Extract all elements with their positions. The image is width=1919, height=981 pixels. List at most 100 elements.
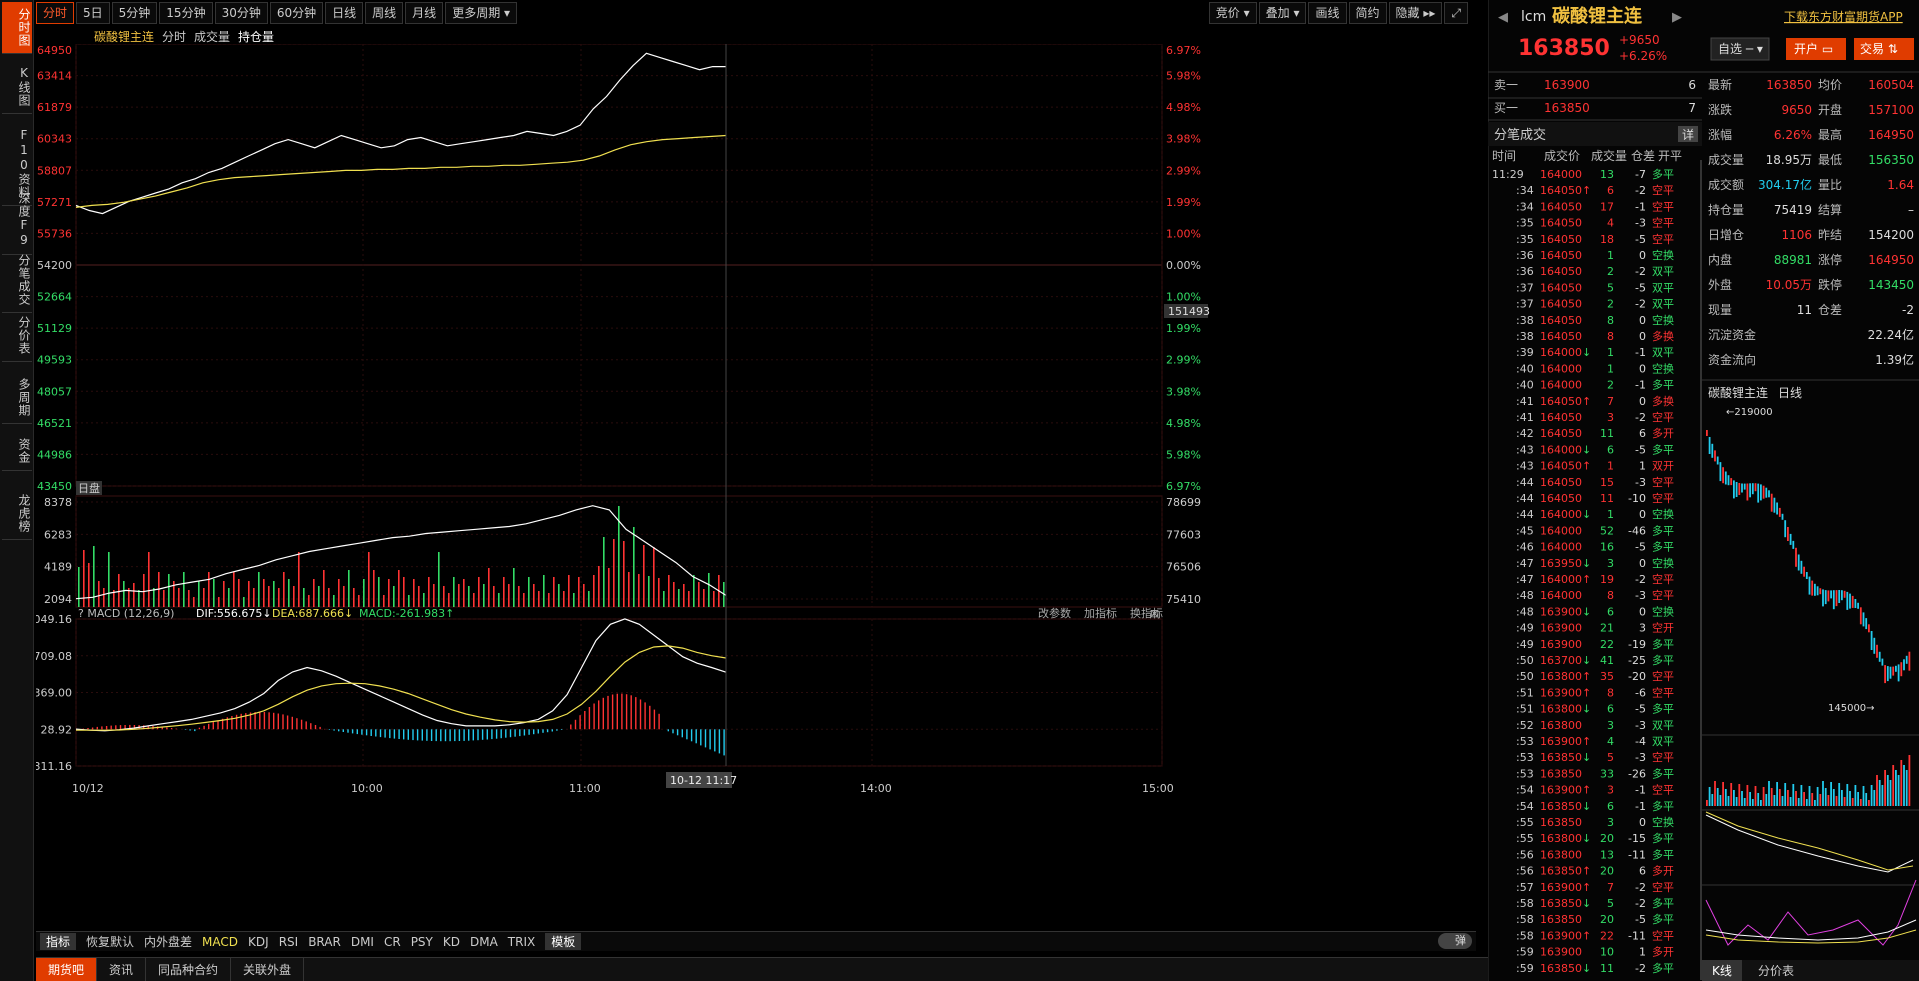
tool-button-2[interactable]: 画线 bbox=[1308, 2, 1347, 24]
macd-close-icon[interactable]: ⊠ bbox=[1150, 607, 1159, 620]
tool-button-3[interactable]: 简约 bbox=[1348, 2, 1387, 24]
intraday-chart[interactable]: 164950 6.97% 163414 5.98% 161879 4.98% 160343 3… bbox=[36, 44, 1476, 930]
ticks-scrollbar[interactable] bbox=[1700, 160, 1702, 980]
indicator-tab-12[interactable]: TRIX bbox=[508, 935, 535, 949]
tool-button-0[interactable]: 竞价 ▾ bbox=[1208, 2, 1257, 24]
watchlist-button[interactable]: 自选 ─ ▾ bbox=[1718, 42, 1763, 56]
period-tab-5[interactable]: 60分钟 bbox=[269, 2, 324, 24]
period-tab-4[interactable]: 30分钟 bbox=[214, 2, 268, 24]
indicator-tab-10[interactable]: KD bbox=[443, 935, 460, 949]
stat-value: -2 bbox=[1902, 303, 1914, 317]
left-tab-0[interactable]: 分时图 bbox=[2, 2, 32, 54]
footer-tab-1[interactable]: 资讯 bbox=[97, 957, 147, 981]
tick-volume: 6 bbox=[1607, 703, 1614, 716]
left-tab-8[interactable]: 龙虎榜 bbox=[2, 488, 32, 540]
subtab-time[interactable]: 分时 bbox=[162, 28, 186, 45]
mini-volume-bar bbox=[1733, 790, 1735, 806]
indicator-tab-0[interactable]: 指标 bbox=[40, 933, 77, 950]
volume-bar bbox=[233, 572, 235, 607]
app-download-link[interactable]: 下载东方财富期货APP bbox=[1784, 9, 1903, 24]
mini-volume-bar bbox=[1781, 796, 1784, 806]
tick-oi-change: -2 bbox=[1635, 881, 1646, 894]
footer-tab-2[interactable]: 同品种合约 bbox=[146, 957, 232, 981]
period-tab-7[interactable]: 周线 bbox=[365, 2, 404, 24]
tick-oi-change: -20 bbox=[1628, 670, 1646, 683]
indicator-tab-5[interactable]: RSI bbox=[279, 935, 299, 949]
oi-tick-label: 75410 bbox=[1166, 593, 1201, 606]
macd-frame bbox=[75, 618, 1163, 767]
mini-volume-bar bbox=[1805, 799, 1808, 806]
footer-tab-0[interactable]: 期货吧 bbox=[36, 957, 98, 981]
subtab-open-interest[interactable]: 持仓量 bbox=[238, 28, 274, 45]
tick-price: 164050 bbox=[1540, 217, 1582, 230]
period-tab-1[interactable]: 5日 bbox=[76, 2, 110, 24]
tick-time: :58 bbox=[1516, 897, 1534, 910]
fullscreen-icon[interactable]: ⤢ bbox=[1444, 2, 1468, 24]
mini-volume-bar bbox=[1724, 789, 1727, 806]
tick-oi-change: 0 bbox=[1639, 314, 1646, 327]
left-tab-7[interactable]: 资金 bbox=[2, 432, 32, 471]
subtab-volume[interactable]: 成交量 bbox=[194, 28, 230, 45]
macd-histogram-bar bbox=[556, 729, 558, 731]
mini-candle bbox=[1789, 533, 1792, 545]
tick-open-close: 多平 bbox=[1652, 653, 1674, 667]
period-tab-9[interactable]: 更多周期 ▾ bbox=[445, 2, 518, 24]
indicator-tab-9[interactable]: PSY bbox=[411, 935, 433, 949]
mini-candle bbox=[1735, 482, 1738, 497]
tick-volume: 52 bbox=[1600, 524, 1614, 537]
indicator-tab-2[interactable]: 内外盘差 bbox=[144, 933, 192, 950]
next-arrow-icon[interactable]: ▶ bbox=[1672, 10, 1682, 25]
indicator-tab-11[interactable]: DMA bbox=[470, 935, 498, 949]
chart-subtabs: 碳酸锂主连 分时 成交量 持仓量 bbox=[94, 28, 274, 45]
tick-oi-change: 0 bbox=[1639, 605, 1646, 618]
indicator-tab-7[interactable]: DMI bbox=[351, 935, 374, 949]
period-tab-6[interactable]: 日线 bbox=[325, 2, 364, 24]
mini-volume-bar bbox=[1762, 787, 1765, 806]
mini-candle bbox=[1819, 588, 1822, 595]
tick-volume: 13 bbox=[1600, 168, 1614, 181]
tick-down-arrow-icon: ↓ bbox=[1582, 897, 1591, 910]
volume-bar bbox=[438, 552, 440, 607]
period-tab-2[interactable]: 5分钟 bbox=[111, 2, 158, 24]
mini-tab-price-table[interactable]: 分价表 bbox=[1758, 964, 1794, 978]
indicator-tab-13[interactable]: 模板 bbox=[545, 933, 582, 950]
macd-button-1[interactable]: 加指标 bbox=[1084, 606, 1117, 620]
tick-price: 164050 bbox=[1540, 184, 1582, 197]
indicator-tab-1[interactable]: 恢复默认 bbox=[86, 933, 134, 950]
tick-oi-change: 0 bbox=[1639, 395, 1646, 408]
period-tab-3[interactable]: 15分钟 bbox=[159, 2, 213, 24]
tick-volume: 1 bbox=[1607, 249, 1614, 262]
period-tab-0[interactable]: 分时 bbox=[36, 2, 75, 24]
volume-bar bbox=[488, 568, 490, 607]
ticks-detail-button[interactable]: 详 bbox=[1682, 127, 1694, 142]
mini-tab-kline[interactable]: K线 bbox=[1712, 964, 1732, 978]
macd-button-0[interactable]: 改参数 bbox=[1038, 606, 1071, 620]
indicator-tab-3[interactable]: MACD bbox=[202, 935, 238, 949]
volume-bar bbox=[198, 581, 200, 607]
macd-histogram-bar bbox=[667, 729, 669, 732]
left-tab-6[interactable]: 多周期 bbox=[2, 372, 32, 424]
cursor-time-label: 10-12 11:17 bbox=[670, 774, 737, 787]
tick-price: 163900 bbox=[1540, 622, 1582, 635]
left-tab-3[interactable]: 深度F9 bbox=[2, 186, 32, 255]
left-tab-1[interactable]: K线图 bbox=[2, 60, 32, 114]
mini-candle bbox=[1868, 624, 1870, 633]
trade-button[interactable]: 交易 ⇅ bbox=[1860, 41, 1898, 56]
tick-price: 164050 bbox=[1540, 281, 1582, 294]
tool-button-1[interactable]: 叠加 ▾ bbox=[1258, 2, 1307, 24]
mini-volume-bar bbox=[1876, 775, 1878, 806]
tool-button-4[interactable]: 隐藏 ▸▸ bbox=[1388, 2, 1443, 24]
period-tab-8[interactable]: 月线 bbox=[405, 2, 444, 24]
tick-oi-change: -2 bbox=[1635, 411, 1646, 424]
prev-arrow-icon[interactable]: ◀ bbox=[1498, 10, 1508, 25]
left-tab-4[interactable]: 分笔成交 bbox=[2, 248, 32, 313]
tick-volume: 19 bbox=[1600, 573, 1614, 586]
popup-toggle[interactable]: 弹 bbox=[1438, 933, 1472, 949]
open-account-button[interactable]: 开户 ▭ bbox=[1794, 41, 1833, 56]
left-tab-5[interactable]: 分价表 bbox=[2, 310, 32, 362]
indicator-tab-4[interactable]: KDJ bbox=[248, 935, 269, 949]
footer-tab-3[interactable]: 关联外盘 bbox=[231, 957, 305, 981]
indicator-tab-6[interactable]: BRAR bbox=[308, 935, 341, 949]
mini-candle bbox=[1711, 443, 1714, 458]
indicator-tab-8[interactable]: CR bbox=[384, 935, 401, 949]
